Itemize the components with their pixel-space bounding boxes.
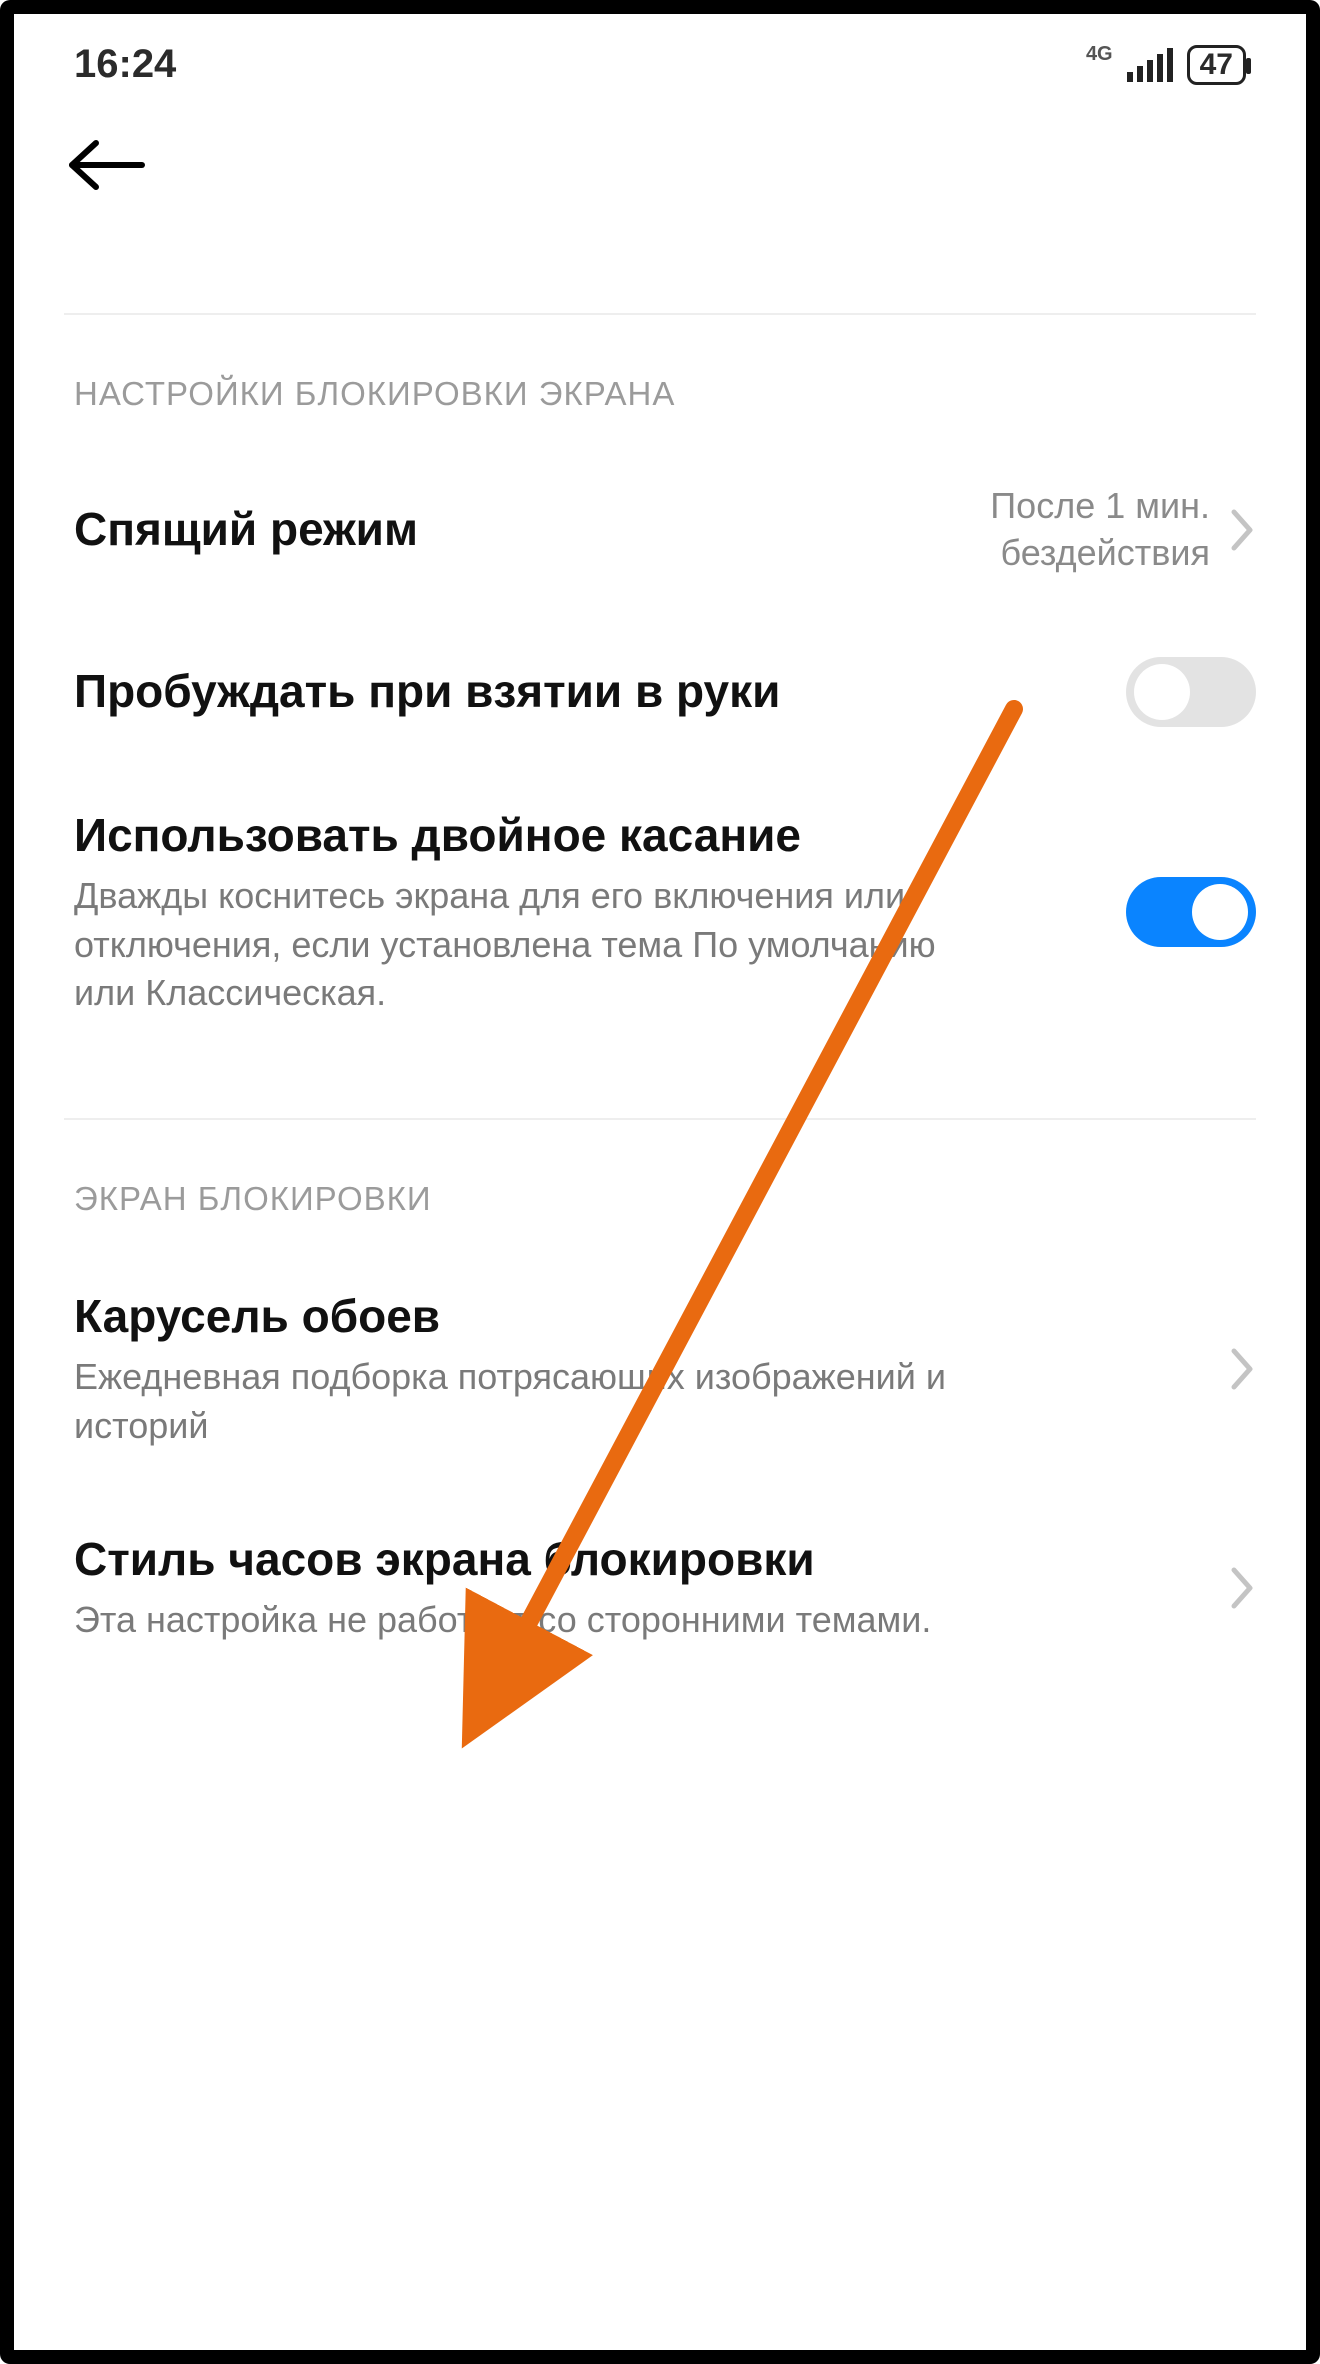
row-double-tap-sub: Дважды коснитесь экрана для его включени… — [74, 872, 974, 1018]
network-4g-label: 4G — [1086, 43, 1113, 66]
row-carousel-sub: Ежедневная подборка потрясающих изображе… — [74, 1353, 974, 1450]
settings-screen: 16:24 4G 47 — [0, 0, 1320, 2364]
page-header — [14, 97, 1306, 313]
row-carousel-title: Карусель обоев — [74, 1288, 1190, 1346]
row-sleep-title: Спящий режим — [74, 501, 970, 559]
status-right: 4G 47 — [1086, 45, 1246, 85]
status-time: 16:24 — [74, 42, 176, 87]
row-clock-style[interactable]: Стиль часов экрана блокировки Эта настро… — [14, 1491, 1306, 1685]
back-arrow-icon[interactable] — [64, 137, 1256, 193]
battery-percent: 47 — [1200, 47, 1233, 83]
row-raise-title: Пробуждать при взятии в руки — [74, 663, 1106, 721]
toggle-knob — [1134, 664, 1190, 720]
section-header-lock-screen: ЭКРАН БЛОКИРОВКИ — [14, 1120, 1306, 1248]
row-raise-to-wake[interactable]: Пробуждать при взятии в руки — [14, 617, 1306, 767]
row-clock-sub: Эта настройка не работает со сторонними … — [74, 1596, 974, 1645]
toggle-double-tap[interactable] — [1126, 877, 1256, 947]
chevron-right-icon — [1230, 1566, 1256, 1610]
chevron-right-icon — [1230, 508, 1256, 552]
row-sleep-value-line1: После 1 мин. — [990, 483, 1210, 530]
toggle-raise-to-wake[interactable] — [1126, 657, 1256, 727]
row-wallpaper-carousel[interactable]: Карусель обоев Ежедневная подборка потря… — [14, 1248, 1306, 1491]
row-double-tap-title: Использовать двойное касание — [74, 807, 1106, 865]
section-header-lock-settings: НАСТРОЙКИ БЛОКИРОВКИ ЭКРАНА — [14, 315, 1306, 443]
chevron-right-icon — [1230, 1347, 1256, 1391]
toggle-knob — [1192, 884, 1248, 940]
row-sleep-value-line2: бездействия — [990, 530, 1210, 577]
battery-indicator: 47 — [1187, 45, 1246, 85]
signal-icon — [1127, 48, 1173, 82]
row-sleep-mode[interactable]: Спящий режим После 1 мин. бездействия — [14, 443, 1306, 617]
row-clock-title: Стиль часов экрана блокировки — [74, 1531, 1190, 1589]
row-double-tap[interactable]: Использовать двойное касание Дважды косн… — [14, 767, 1306, 1058]
status-bar: 16:24 4G 47 — [14, 14, 1306, 97]
row-sleep-value: После 1 мин. бездействия — [990, 483, 1210, 577]
